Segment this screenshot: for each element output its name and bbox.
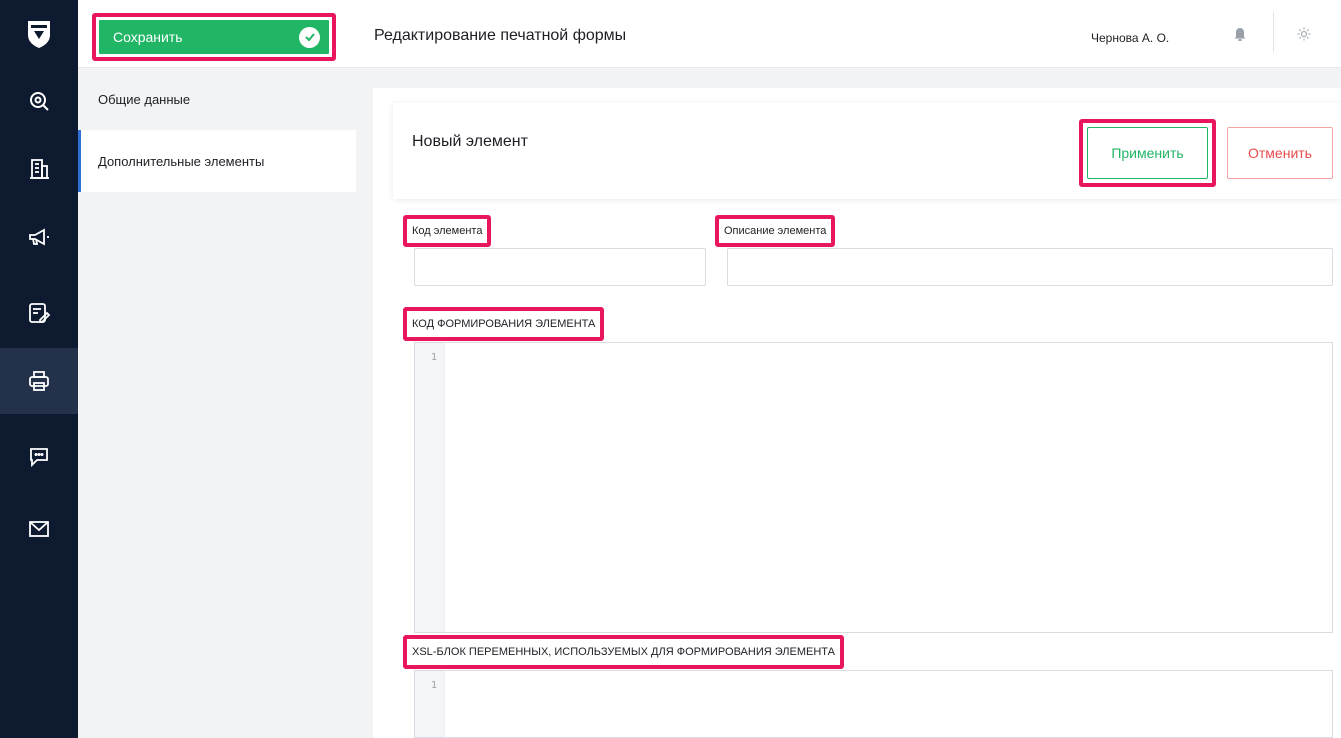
cancel-button[interactable]: Отменить bbox=[1227, 127, 1333, 179]
logo-shield-icon[interactable] bbox=[0, 0, 78, 68]
rail-edit-document-icon[interactable] bbox=[0, 280, 78, 346]
element-description-input[interactable] bbox=[727, 248, 1333, 286]
element-card-header: Новый элемент Применить Отменить bbox=[393, 103, 1341, 199]
bell-icon[interactable] bbox=[1233, 26, 1247, 47]
xsl-block-label: XSL-БЛОК ПЕРЕМЕННЫХ, ИСПОЛЬЗУЕМЫХ ДЛЯ ФО… bbox=[403, 635, 844, 669]
rail-megaphone-icon[interactable] bbox=[0, 204, 78, 270]
line-number: 1 bbox=[430, 352, 437, 363]
apply-button[interactable]: Применить bbox=[1087, 127, 1208, 179]
save-button[interactable]: Сохранить bbox=[99, 20, 329, 54]
rail-chat-icon[interactable] bbox=[0, 424, 78, 490]
line-gutter: 1 bbox=[415, 343, 445, 632]
sidebar-item-label: Дополнительные элементы bbox=[98, 153, 265, 169]
nav-rail bbox=[0, 0, 78, 738]
sidebar-item-label: Общие данные bbox=[98, 91, 191, 107]
header-divider bbox=[1273, 12, 1274, 52]
rail-search-icon[interactable] bbox=[0, 68, 78, 134]
line-number: 1 bbox=[430, 680, 437, 691]
generation-code-editor[interactable]: 1 bbox=[414, 342, 1333, 633]
sidebar-item-additional-elements[interactable]: Дополнительные элементы bbox=[78, 130, 356, 192]
line-gutter: 1 bbox=[415, 671, 445, 737]
save-button-label: Сохранить bbox=[113, 29, 183, 45]
description-field-label: Описание элемента bbox=[715, 215, 836, 247]
rail-building-icon[interactable] bbox=[0, 136, 78, 202]
gear-icon[interactable] bbox=[1296, 26, 1312, 47]
rail-printer-icon[interactable] bbox=[0, 348, 78, 414]
element-code-input[interactable] bbox=[414, 248, 706, 286]
user-name[interactable]: Чернова А. О. bbox=[1091, 31, 1169, 45]
xsl-block-editor[interactable]: 1 bbox=[414, 670, 1333, 738]
rail-mail-icon[interactable] bbox=[0, 496, 78, 562]
check-icon bbox=[299, 26, 320, 48]
code-field-label: Код элемента bbox=[403, 215, 492, 247]
generation-code-label: КОД ФОРМИРОВАНИЯ ЭЛЕМЕНТА bbox=[403, 307, 605, 341]
card-title: Новый элемент bbox=[412, 133, 528, 150]
section-sidebar: Общие данные Дополнительные элементы bbox=[78, 68, 356, 738]
save-button-highlight: Сохранить bbox=[92, 13, 336, 61]
sidebar-item-general[interactable]: Общие данные bbox=[78, 68, 356, 130]
apply-button-highlight: Применить bbox=[1079, 119, 1216, 187]
page-title: Редактирование печатной формы bbox=[374, 27, 627, 44]
